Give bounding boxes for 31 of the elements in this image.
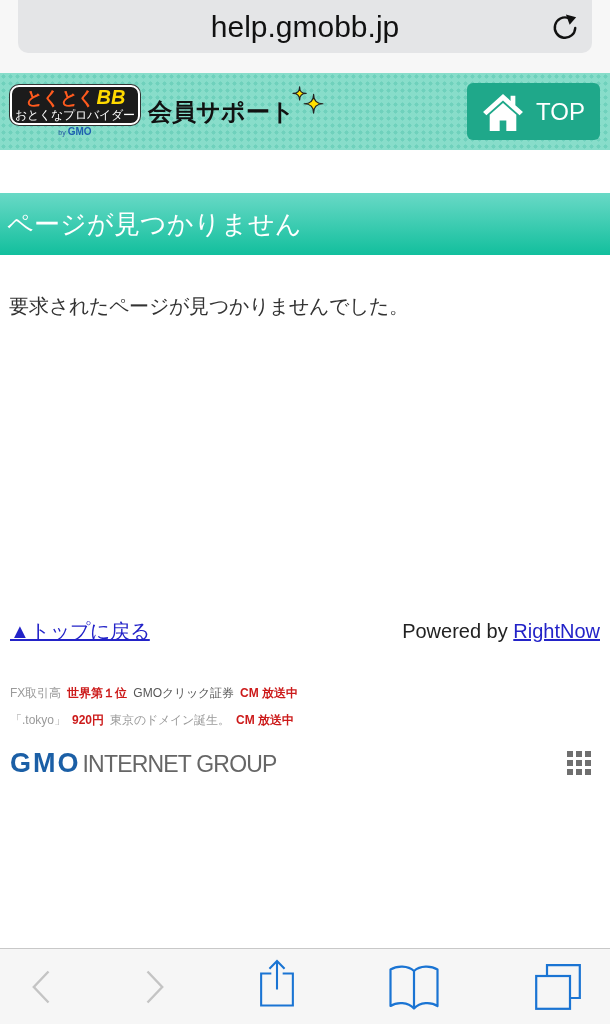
reload-icon[interactable] — [552, 13, 578, 40]
group-logo-text: INTERNET GROUP — [82, 750, 277, 778]
logo-wordmark: とくとく — [24, 88, 95, 108]
ad-highlight-text[interactable]: CM 放送中 — [240, 685, 298, 702]
ad-text[interactable]: GMOクリック証券 — [133, 685, 234, 702]
sparkle-icon — [292, 86, 324, 114]
powered-by-text: Powered by RightNow — [402, 619, 600, 644]
ad-highlight-text[interactable]: CM 放送中 — [236, 712, 295, 729]
grid-menu-icon[interactable] — [567, 751, 591, 775]
page-heading: ページが見つかりません — [7, 207, 302, 241]
top-button[interactable]: TOP — [467, 83, 600, 140]
ad-text[interactable]: 東京のドメイン誕生。 — [110, 712, 231, 729]
ad-text[interactable]: 「.tokyo」 — [10, 712, 66, 729]
group-logo-mark: GMO — [10, 747, 81, 779]
home-icon — [482, 92, 525, 131]
book-icon[interactable] — [389, 963, 440, 1010]
back-to-top-link[interactable]: ▲トップに戻る — [10, 617, 150, 645]
ad-highlight-text[interactable]: 920円 — [72, 712, 105, 729]
ad-highlight-text[interactable]: 世界第１位 — [67, 685, 128, 702]
url-text: help.gmobb.jp — [210, 9, 400, 44]
logo-wordmark-accent: BB — [96, 87, 126, 107]
logo-badge[interactable]: とくとく BB おとくなプロバイダー — [10, 85, 140, 125]
error-message: 要求されたページが見つかりませんでした。 — [9, 294, 409, 319]
address-bar[interactable]: help.gmobb.jp — [18, 0, 592, 53]
rightnow-link[interactable]: RightNow — [513, 620, 600, 642]
site-title: 会員サポート — [148, 96, 295, 127]
ad-text[interactable]: FX取引高 — [10, 685, 62, 702]
share-icon[interactable] — [259, 958, 294, 1007]
tabs-icon[interactable] — [535, 963, 581, 1010]
logo-brand-text: GMO — [67, 126, 92, 137]
logo-tagline: おとくなプロバイダー — [15, 108, 135, 122]
